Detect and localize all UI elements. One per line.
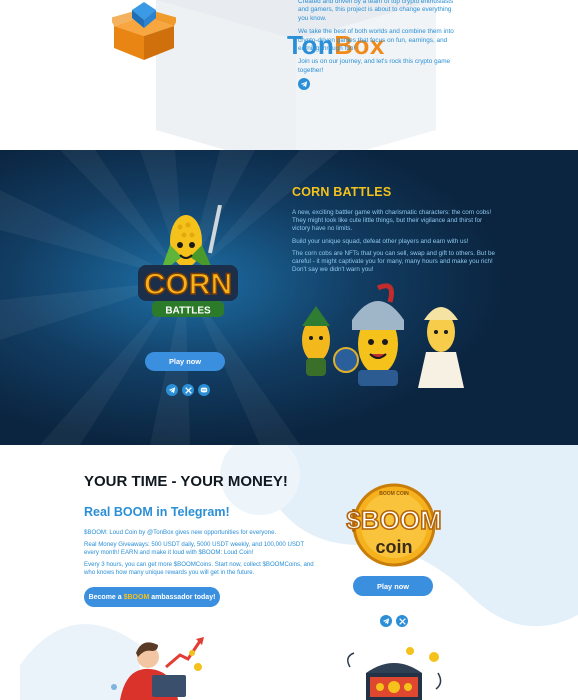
box-logo-icon: [112, 2, 176, 60]
x-icon: [184, 386, 192, 394]
coin-word: coin: [375, 537, 412, 557]
discord-icon: [200, 387, 208, 393]
money-paragraph: Every 3 hours, you can get more $BOOMCoi…: [84, 561, 314, 576]
boom-coin-section: YOUR TIME - YOUR MONEY! Real BOOM in Tel…: [0, 445, 578, 700]
ambassador-suffix: ambassador today!: [151, 593, 216, 601]
money-description: $BOOM: Loud Coin by @TonBox gives new op…: [84, 529, 320, 581]
battles-logo-word: BATTLES: [165, 306, 211, 317]
about-text: Created and driven by a team of top cryp…: [298, 0, 463, 80]
corn-x-link[interactable]: [182, 384, 194, 396]
boom-telegram-link[interactable]: [380, 615, 392, 627]
ambassador-prefix: Become a: [88, 593, 122, 601]
boom-social-links: [380, 615, 408, 627]
about-paragraph: Created and driven by a team of top cryp…: [298, 0, 454, 22]
person-laptop-illustration: [111, 637, 204, 700]
money-section-title: YOUR TIME - YOUR MONEY!: [84, 473, 288, 490]
coin-ring-text: BOOM COIN: [379, 491, 409, 497]
boom-coin-logo: BOOM COIN $BOOM coin: [346, 483, 442, 567]
corn-paragraph: The corn cobs are NFTs that you can sell…: [292, 249, 496, 274]
about-paragraph: We take the best of both worlds and comb…: [298, 28, 454, 53]
boom-x-link[interactable]: [396, 615, 408, 627]
boom-play-now-button[interactable]: Play now: [353, 576, 433, 596]
corn-battles-description: A new, exciting battler game with charis…: [292, 209, 497, 278]
corn-play-now-button[interactable]: Play now: [145, 352, 225, 371]
corn-paragraph: Build your unique squad, defeat other pl…: [292, 237, 469, 245]
corn-battles-title: CORN BATTLES: [292, 185, 392, 199]
telegram-icon: [382, 618, 390, 625]
tonbox-section: TonBox Created and driven by a team of t…: [0, 0, 578, 150]
tonbox-logo[interactable]: TonBox: [112, 2, 384, 60]
telegram-link[interactable]: [298, 78, 310, 90]
become-ambassador-button[interactable]: Become a $BOOM ambassador today!: [84, 587, 220, 607]
money-paragraph: Real Money Giveaways: 500 USDT daily, 50…: [84, 541, 304, 556]
telegram-icon: [168, 387, 176, 394]
corn-battles-section: CORN BATTLES CORN BATTLES A new, excitin…: [0, 150, 578, 445]
corn-logo-word: CORN: [144, 268, 232, 301]
corn-social-links: [166, 384, 210, 396]
corn-discord-link[interactable]: [198, 384, 210, 396]
money-section-subtitle: Real BOOM in Telegram!: [84, 505, 230, 519]
coin-boom-word: $BOOM: [346, 505, 441, 535]
about-paragraph: Join us on our journey, and let's rock t…: [298, 58, 451, 74]
telegram-icon: [300, 81, 308, 88]
corn-characters-illustration: [302, 283, 464, 388]
corn-battles-logo: CORN BATTLES: [138, 205, 238, 317]
money-paragraph: $BOOM: Loud Coin by @TonBox gives new op…: [84, 529, 277, 536]
x-icon: [398, 617, 406, 625]
corn-telegram-link[interactable]: [166, 384, 178, 396]
ambassador-highlight: $BOOM: [123, 593, 150, 601]
treasure-chest-illustration: [347, 647, 442, 700]
corn-paragraph: A new, exciting battler game with charis…: [292, 209, 492, 233]
